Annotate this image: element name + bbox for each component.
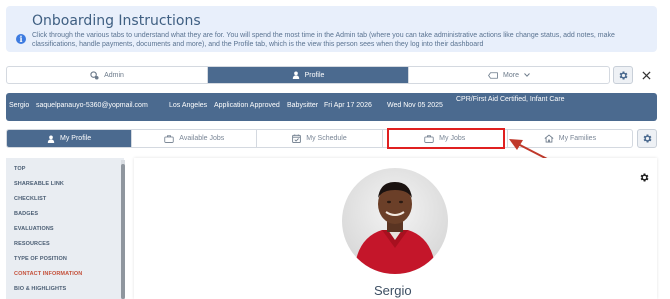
sidebar-item-evaluations[interactable]: EVALUATIONS bbox=[14, 226, 54, 232]
profile-sidebar: TOP SHAREABLE LINK CHECKLIST BADGES EVAL… bbox=[6, 158, 124, 299]
sidebar-scrollbar-thumb[interactable] bbox=[121, 164, 125, 299]
sidebar-item-contact-information[interactable]: CONTACT INFORMATION bbox=[14, 271, 82, 277]
sidebar-scrollbar[interactable] bbox=[121, 160, 125, 299]
sidebar-item-top[interactable]: TOP bbox=[14, 166, 26, 172]
sidebar-item-shareable-link[interactable]: SHAREABLE LINK bbox=[14, 181, 64, 187]
profile-name: Sergio bbox=[374, 283, 412, 298]
profile-panel-settings-button[interactable] bbox=[639, 170, 650, 188]
sidebar-item-type-of-position[interactable]: TYPE OF POSITION bbox=[14, 256, 67, 262]
gear-icon bbox=[640, 173, 649, 182]
sidebar-item-checklist[interactable]: CHECKLIST bbox=[14, 196, 46, 202]
sidebar-item-badges[interactable]: BADGES bbox=[14, 211, 38, 217]
sidebar-item-bio-highlights[interactable]: BIO & HIGHLIGHTS bbox=[14, 286, 66, 292]
sidebar-item-resources[interactable]: RESOURCES bbox=[14, 241, 50, 247]
profile-avatar bbox=[342, 168, 448, 274]
